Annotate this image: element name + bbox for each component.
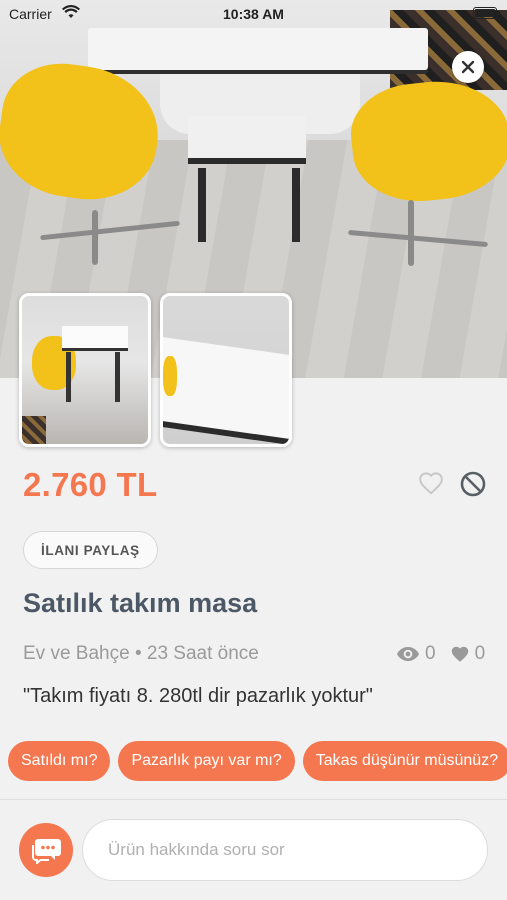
listing-description: "Takım fiyatı 8. 280tl dir pazarlık yokt…	[23, 685, 373, 707]
quick-question-chip[interactable]: Takas düşünür müsünüz?	[302, 741, 507, 781]
likes-stat: 0	[450, 643, 486, 665]
listing-stats: 0 0	[396, 643, 493, 665]
photo-thumbnail-2[interactable]	[160, 293, 292, 447]
close-icon	[461, 60, 475, 74]
battery-icon	[473, 7, 500, 19]
close-button[interactable]	[452, 51, 484, 83]
thumb-chair	[163, 356, 177, 396]
block-icon	[460, 471, 486, 497]
quick-questions: Satıldı mı? Pazarlık payı var mı? Takas …	[8, 741, 507, 781]
quick-question-chip[interactable]: Pazarlık payı var mı?	[118, 741, 295, 781]
quick-question-chip[interactable]: Satıldı mı?	[8, 741, 111, 781]
listing-meta: Ev ve Bahçe • 23 Saat önce	[23, 643, 259, 664]
photo-chair-base	[408, 200, 414, 266]
listing-title: Satılık takım masa	[23, 588, 258, 618]
thumb-rug	[22, 416, 46, 444]
photo-chair-base	[92, 210, 98, 265]
favorite-button[interactable]	[418, 471, 444, 497]
status-bar: Carrier 10:38 AM	[0, 0, 507, 28]
clock: 10:38 AM	[223, 6, 284, 22]
photo-desk-top	[88, 28, 428, 70]
views-count: 0	[425, 643, 436, 664]
eye-icon	[397, 647, 419, 661]
chat-icon	[32, 839, 61, 864]
photo-table-leg	[292, 168, 300, 242]
thumb-desk-legs	[66, 352, 120, 402]
chat-button[interactable]	[19, 823, 73, 877]
photo-table-leg	[198, 168, 206, 242]
photo-thumbnail-1[interactable]	[19, 293, 151, 447]
photo-side-table	[188, 116, 306, 164]
price: 2.760 TL	[23, 466, 158, 503]
views-stat: 0	[396, 643, 436, 665]
likes-count: 0	[474, 643, 486, 664]
divider	[0, 799, 507, 800]
heart-icon	[451, 646, 468, 662]
thumb-desk	[62, 326, 128, 348]
thumb-desk-top	[163, 337, 289, 444]
ask-question-input[interactable]	[82, 819, 488, 881]
heart-icon	[419, 472, 443, 495]
share-listing-button[interactable]: İLANI PAYLAŞ	[23, 531, 158, 569]
report-button[interactable]	[459, 470, 487, 498]
